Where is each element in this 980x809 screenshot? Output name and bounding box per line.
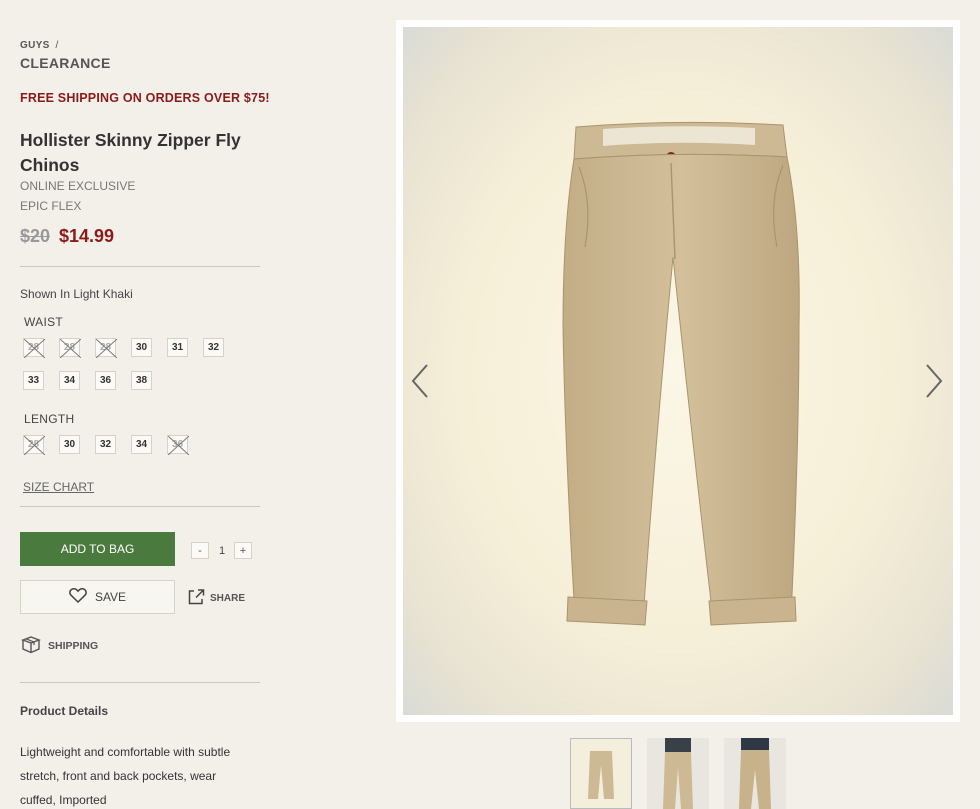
unavailable-cross-icon [96, 339, 117, 358]
length-size-option[interactable]: 34 [131, 435, 152, 454]
product-tag-online-exclusive: ONLINE EXCLUSIVE [20, 179, 136, 193]
shipping-info-button[interactable]: SHIPPING [20, 634, 98, 657]
shipping-label: SHIPPING [48, 639, 99, 652]
waist-size-option[interactable]: 28 [95, 338, 117, 358]
length-label: LENGTH [24, 412, 75, 426]
share-button[interactable]: SHARE [188, 589, 245, 608]
product-title: Hollister Skinny Zipper Fly Chinos [20, 130, 241, 175]
heart-icon [69, 588, 87, 606]
waist-size-option[interactable]: 31 [167, 338, 188, 357]
waist-size-option[interactable]: 36 [95, 371, 116, 390]
color-name: Shown In Light Khaki [20, 287, 133, 301]
divider [20, 682, 260, 683]
product-image-viewer [396, 20, 960, 722]
product-details-text: Lightweight and comfortable with subtle … [20, 745, 231, 807]
breadcrumb-current-link[interactable]: CLEARANCE [20, 55, 111, 71]
unavailable-cross-icon [60, 339, 81, 358]
chinos-illustration [562, 121, 800, 626]
waist-size-option[interactable]: 34 [59, 371, 80, 390]
waist-size-option[interactable]: 32 [203, 338, 224, 357]
waist-size-option[interactable]: 38 [131, 371, 152, 390]
thumbnail-front[interactable] [570, 738, 632, 809]
waist-label: WAIST [24, 315, 64, 329]
breadcrumb-parent-link[interactable]: GUYS [20, 40, 50, 51]
size-value: 31 [171, 342, 184, 353]
save-label: SAVE [94, 590, 127, 604]
size-chart-link[interactable]: SIZE CHART [23, 480, 94, 494]
share-label: SHARE [210, 593, 246, 604]
size-value: 32 [99, 439, 112, 450]
quantity-value[interactable]: 1 [217, 545, 227, 557]
length-size-option[interactable]: 28 [23, 435, 45, 455]
quantity-increase-button[interactable]: + [234, 542, 252, 559]
size-value: 30 [135, 342, 148, 353]
size-value: 36 [99, 375, 112, 386]
size-value: 34 [135, 439, 148, 450]
size-value: 33 [27, 375, 40, 386]
size-value: 34 [63, 375, 76, 386]
product-image [403, 27, 953, 715]
previous-image-arrow[interactable] [409, 362, 431, 405]
waist-size-option[interactable]: 28 [59, 338, 81, 358]
product-tag-epic-flex: EPIC FLEX [20, 199, 82, 213]
waist-size-option[interactable]: 30 [131, 338, 152, 357]
waist-size-option[interactable]: 33 [23, 371, 44, 390]
breadcrumb-separator: / [55, 40, 59, 51]
divider [20, 266, 260, 267]
size-value: 30 [63, 439, 76, 450]
waist-size-option[interactable]: 28 [23, 338, 45, 358]
sale-price: $14.99 [59, 226, 115, 246]
share-icon [188, 589, 205, 608]
product-details-heading: Product Details [20, 704, 109, 718]
size-value: 38 [135, 375, 148, 386]
length-size-option[interactable]: 32 [95, 435, 116, 454]
add-to-bag-button[interactable]: ADD TO BAG [20, 532, 175, 566]
thumbnail-model-back[interactable] [724, 738, 786, 809]
unavailable-cross-icon [24, 436, 45, 455]
divider [20, 506, 260, 507]
length-size-option[interactable]: 36 [167, 435, 189, 455]
length-size-option[interactable]: 30 [59, 435, 80, 454]
quantity-decrease-button[interactable]: - [191, 542, 209, 559]
promo-banner[interactable]: FREE SHIPPING ON ORDERS OVER $75! [20, 91, 270, 105]
unavailable-cross-icon [24, 339, 45, 358]
box-icon [20, 634, 42, 657]
next-image-arrow[interactable] [923, 362, 945, 405]
original-price: $20 [20, 226, 51, 246]
size-value: 32 [207, 342, 220, 353]
unavailable-cross-icon [168, 436, 189, 455]
breadcrumb: GUYS / [20, 40, 59, 51]
save-button[interactable]: SAVE [20, 580, 175, 614]
thumbnail-model-front[interactable] [647, 738, 709, 809]
